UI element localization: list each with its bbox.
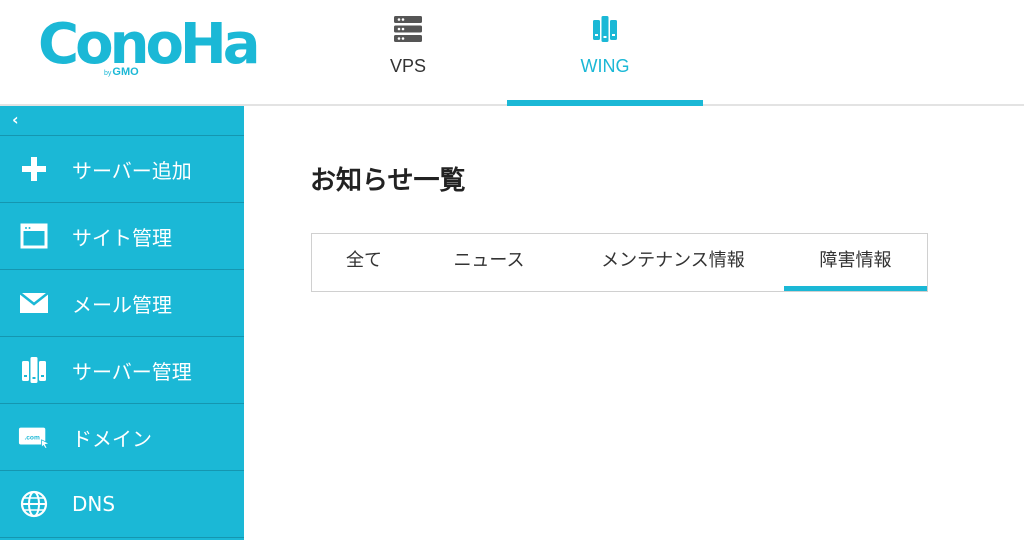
sidebar-item-server-management[interactable]: サーバー管理 — [0, 337, 244, 404]
tab-label: ニュース — [453, 250, 525, 271]
plus-icon — [18, 154, 50, 184]
tab-label: 障害情報 — [819, 250, 892, 271]
globe-icon — [18, 489, 50, 519]
sidebar-item-mail-management[interactable]: メール管理 — [0, 270, 244, 337]
sidebar-item-label: DNS — [72, 492, 116, 516]
logo-by: by — [104, 70, 112, 77]
tab-label: メンテナンス情報 — [601, 250, 745, 271]
logo-wordmark: ConoHa — [38, 12, 261, 77]
top-header: ConoHa byGMO VPS WING — [0, 0, 1024, 106]
sidebar-item-add-server[interactable]: サーバー追加 — [0, 136, 244, 203]
domain-com-icon: .com — [18, 422, 50, 452]
tab-vps-label: VPS — [389, 56, 427, 76]
sidebar-item-label: サーバー追加 — [72, 158, 192, 183]
logo-byline: byGMO — [104, 66, 139, 78]
sidebar-item-label: メール管理 — [72, 292, 172, 317]
tab-label: 全て — [346, 250, 382, 271]
tab-wing-label: WING — [580, 56, 630, 76]
tab-all[interactable]: 全て — [312, 234, 416, 291]
sidebar-item-label: ドメイン — [72, 426, 152, 451]
tab-wing[interactable]: WING — [507, 0, 703, 106]
page-title: お知らせ一覧 — [310, 166, 466, 196]
tab-failures[interactable]: 障害情報 — [784, 234, 927, 291]
svg-text:.com: .com — [24, 434, 40, 441]
sidebar-collapse-button[interactable]: ‹ — [0, 106, 244, 136]
tab-active-indicator — [507, 100, 703, 106]
sidebar-item-domain[interactable]: .com ドメイン — [0, 404, 244, 471]
tab-active-indicator — [784, 286, 927, 291]
notice-tabs: 全て ニュース メンテナンス情報 障害情報 — [311, 233, 928, 292]
server-wing-icon — [593, 16, 617, 42]
logo-gmo: GMO — [112, 66, 139, 78]
sidebar: ‹ サーバー追加 サイト管理 メール管理 サーバー管理 .com ドメイン DN… — [0, 106, 244, 540]
tab-maintenance[interactable]: メンテナンス情報 — [562, 234, 784, 291]
tab-news[interactable]: ニュース — [416, 234, 562, 291]
conoha-logo[interactable]: ConoHa byGMO — [38, 12, 261, 84]
sidebar-item-dns[interactable]: DNS — [0, 471, 244, 538]
server-rack-icon — [394, 16, 422, 42]
tab-vps[interactable]: VPS — [310, 0, 506, 104]
sidebar-item-site-management[interactable]: サイト管理 — [0, 203, 244, 270]
browser-window-icon — [18, 221, 50, 251]
sidebar-item-label: サイト管理 — [72, 225, 172, 250]
sidebar-item-label: サーバー管理 — [72, 359, 192, 384]
server-icon — [18, 355, 50, 385]
envelope-icon — [18, 288, 50, 318]
